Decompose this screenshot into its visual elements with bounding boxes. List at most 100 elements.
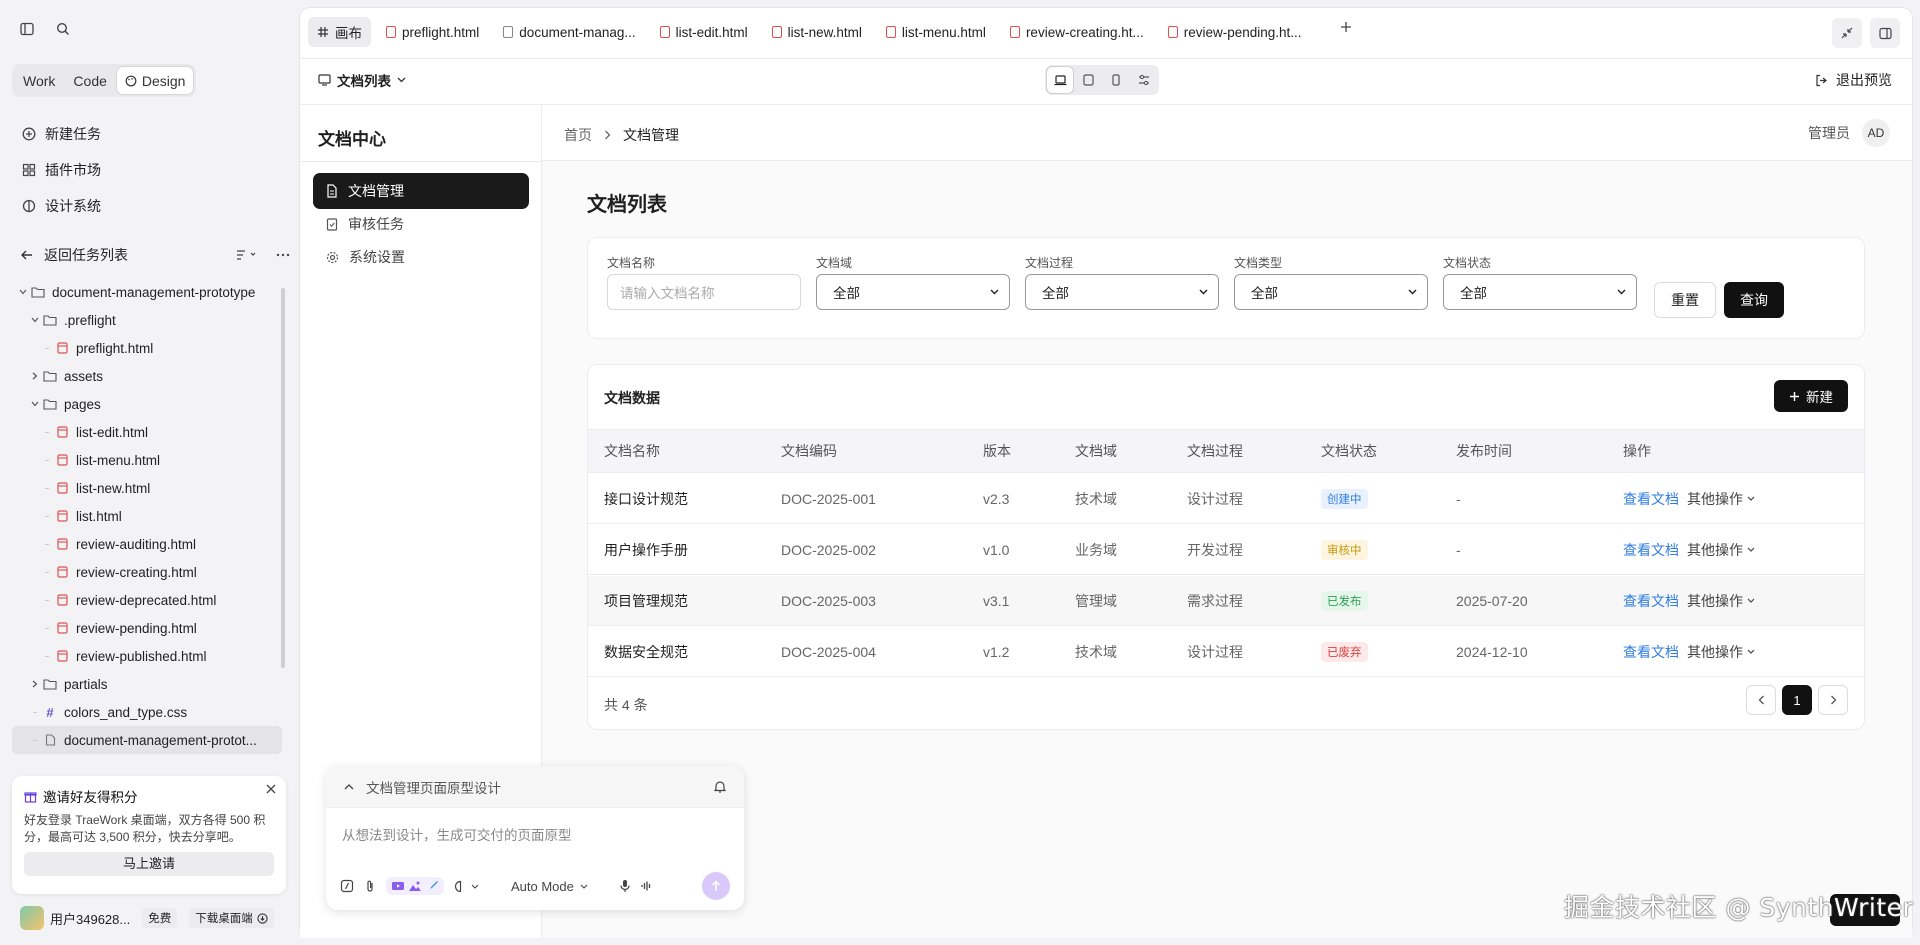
design-style-icon[interactable] (454, 880, 479, 893)
tree-item[interactable]: review-creating.html (12, 558, 282, 586)
invite-card: 邀请好友得积分 好友登录 TraeWork 桌面端，双方各得 500 积分，最高… (12, 776, 286, 894)
plus-circle-icon (22, 127, 36, 141)
tree-item[interactable]: document-management-prototype (12, 278, 282, 306)
download-desktop-button[interactable]: 下载桌面端 (189, 908, 274, 928)
bell-icon[interactable] (714, 780, 726, 793)
document-icon (42, 733, 58, 747)
tree-item[interactable]: # colors_and_type.css (12, 698, 282, 726)
doc-process: 设计过程 (1187, 643, 1243, 660)
folder-icon (42, 369, 58, 383)
tree-item[interactable]: list-menu.html (12, 446, 282, 474)
search-icon[interactable] (56, 22, 70, 36)
tab-item[interactable]: document-manag... (494, 17, 644, 47)
status-select[interactable]: 全部 (1443, 274, 1637, 310)
sort-list-icon[interactable] (236, 249, 258, 261)
tree-item[interactable]: review-auditing.html (12, 530, 282, 558)
query-button[interactable]: 查询 (1724, 282, 1784, 318)
more-icon[interactable] (276, 253, 290, 257)
more-ops-dropdown[interactable]: 其他操作 (1687, 591, 1755, 611)
chevron-down-icon[interactable] (28, 317, 42, 323)
panel-toggle-icon[interactable] (1870, 18, 1900, 48)
type-select[interactable]: 全部 (1234, 274, 1428, 310)
breadcrumb-home[interactable]: 首页 (564, 125, 592, 145)
adjust-icon[interactable] (1131, 67, 1157, 93)
tab-item[interactable]: review-pending.ht... (1159, 17, 1311, 47)
tab-item[interactable]: 画布 (308, 17, 371, 47)
user-avatar[interactable] (20, 906, 44, 930)
doc-name-input[interactable]: 请输入文档名称 (607, 274, 801, 310)
chevron-down-icon[interactable] (16, 289, 30, 295)
close-icon[interactable] (266, 784, 276, 794)
nav-design-system[interactable]: 设计系统 (22, 196, 101, 216)
view-doc-link[interactable]: 查看文档 (1623, 489, 1679, 509)
avatar[interactable]: AD (1862, 119, 1890, 147)
more-ops-dropdown[interactable]: 其他操作 (1687, 540, 1755, 560)
mode-work[interactable]: Work (15, 67, 63, 94)
more-ops-dropdown[interactable]: 其他操作 (1687, 489, 1755, 509)
view-doc-link[interactable]: 查看文档 (1623, 540, 1679, 560)
tab-item[interactable]: list-menu.html (877, 17, 995, 47)
chevron-right-icon[interactable] (28, 372, 42, 380)
invite-button[interactable]: 马上邀请 (24, 852, 274, 876)
send-button[interactable] (702, 872, 730, 900)
new-button[interactable]: 新建 (1774, 380, 1848, 412)
plus-icon (1789, 391, 1800, 402)
tree-item[interactable]: list.html (12, 502, 282, 530)
tree-item[interactable]: list-edit.html (12, 418, 282, 446)
tab-item[interactable]: list-edit.html (651, 17, 757, 47)
tree-item[interactable]: pages (12, 390, 282, 418)
mode-design[interactable]: Design (116, 67, 194, 94)
chevron-down-icon[interactable] (28, 401, 42, 407)
doc-code: DOC-2025-002 (781, 541, 876, 558)
nav-plugin-market[interactable]: 插件市场 (22, 160, 101, 180)
laptop-icon[interactable] (1047, 67, 1073, 93)
page-select[interactable]: 文档列表 (318, 70, 406, 90)
tree-item[interactable]: preflight.html (12, 334, 282, 362)
tree-item[interactable]: review-pending.html (12, 614, 282, 642)
tree-item[interactable]: review-deprecated.html (12, 586, 282, 614)
process-select[interactable]: 全部 (1025, 274, 1219, 310)
tab-item[interactable]: list-new.html (763, 17, 871, 47)
tree-item[interactable]: assets (12, 362, 282, 390)
tree-item[interactable]: review-published.html (12, 642, 282, 670)
tree-item[interactable]: partials (12, 670, 282, 698)
exit-preview-button[interactable]: 退出预览 (1815, 70, 1892, 90)
view-doc-link[interactable]: 查看文档 (1623, 591, 1679, 611)
side-nav-doc-management[interactable]: 文档管理 (313, 173, 529, 209)
domain-select[interactable]: 全部 (816, 274, 1010, 310)
tree-item[interactable]: list-new.html (12, 474, 282, 502)
prev-page-button[interactable] (1746, 685, 1776, 715)
sidebar-divider (300, 161, 542, 162)
tree-item[interactable]: .preflight (12, 306, 282, 334)
doc-name: 用户操作手册 (604, 541, 688, 558)
more-ops-dropdown[interactable]: 其他操作 (1687, 642, 1755, 662)
side-nav-settings[interactable]: 系统设置 (313, 239, 529, 275)
back-to-task-list[interactable]: 返回任务列表 (20, 245, 290, 265)
page-number[interactable]: 1 (1782, 685, 1812, 715)
side-nav-review-tasks[interactable]: 审核任务 (313, 206, 529, 242)
add-tab-icon[interactable] (1340, 21, 1352, 33)
media-tools[interactable] (386, 877, 444, 895)
mode-select[interactable]: Auto Mode (511, 879, 588, 894)
slash-command-icon[interactable] (340, 879, 354, 893)
reset-button[interactable]: 重置 (1654, 282, 1716, 318)
microphone-icon[interactable] (620, 879, 630, 893)
nav-new-task[interactable]: 新建任务 (22, 124, 101, 144)
view-doc-link[interactable]: 查看文档 (1623, 642, 1679, 662)
chat-header[interactable]: 文档管理页面原型设计 (326, 766, 744, 808)
tree-scrollbar[interactable] (281, 288, 285, 668)
next-page-button[interactable] (1818, 685, 1848, 715)
mobile-icon[interactable] (1103, 67, 1129, 93)
collapse-icon[interactable] (1832, 18, 1862, 48)
chat-input[interactable]: 从想法到设计，生成可交付的页面原型 (342, 824, 572, 844)
waveform-icon[interactable] (640, 880, 652, 892)
tab-item[interactable]: preflight.html (377, 17, 488, 47)
attachment-icon[interactable] (364, 879, 376, 893)
mode-code[interactable]: Code (65, 67, 114, 94)
sidebar-toggle-icon[interactable] (20, 22, 34, 36)
tab-item[interactable]: review-creating.ht... (1001, 17, 1153, 47)
tablet-icon[interactable] (1075, 67, 1101, 93)
chevron-right-icon[interactable] (28, 680, 42, 688)
tree-item[interactable]: document-management-protot... (12, 726, 282, 754)
chevron-up-icon[interactable] (344, 783, 354, 790)
